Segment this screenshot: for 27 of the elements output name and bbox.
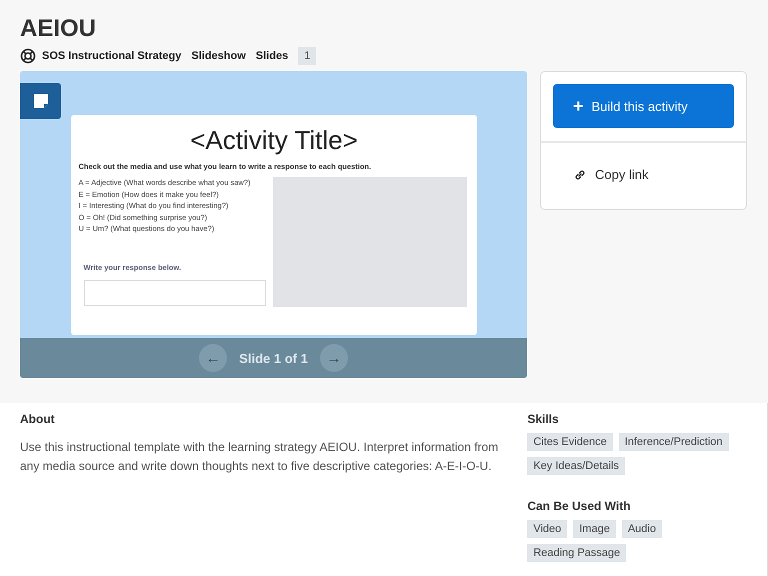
- previous-button[interactable]: ←: [199, 344, 228, 372]
- about-text: Use this instructional template with the learning strategy AEIOU. Interpret information from any media source and write down thoughts next to five descriptive categories: A-E-I-O-U.: [20, 439, 500, 475]
- note-icon: [32, 93, 48, 109]
- copy-link[interactable]: Copy link: [574, 167, 746, 182]
- skill-tag: Cites Evidence: [527, 433, 613, 451]
- media-tag: Image: [573, 520, 616, 538]
- note-button[interactable]: [20, 83, 61, 119]
- skills-heading: Skills: [527, 412, 560, 426]
- media-tag: Reading Passage: [527, 544, 626, 562]
- build-button[interactable]: + Build this activity: [553, 84, 734, 128]
- slide-counter: Slide 1 of 1: [239, 350, 308, 366]
- strategy-label: SOS Instructional Strategy: [42, 50, 182, 62]
- response-field[interactable]: [84, 280, 266, 306]
- about-heading: About: [20, 412, 56, 426]
- slides-label: Slides: [256, 50, 288, 62]
- type-label: Slideshow: [191, 50, 246, 62]
- skill-tag: Key Ideas/Details: [527, 457, 625, 475]
- media-tag: Video: [527, 520, 568, 538]
- slides-count: 1: [298, 47, 316, 65]
- slide-title: <Activity Title>: [189, 125, 359, 155]
- activity-title: AEIOU: [20, 14, 98, 44]
- next-button[interactable]: →: [320, 344, 348, 372]
- skill-tag: Inference/Prediction: [618, 433, 729, 451]
- used-with-heading: Can Be Used With: [527, 499, 632, 513]
- media-tag: Audio: [622, 520, 662, 538]
- lifebuoy-icon: [20, 48, 36, 64]
- link-icon: [574, 168, 586, 180]
